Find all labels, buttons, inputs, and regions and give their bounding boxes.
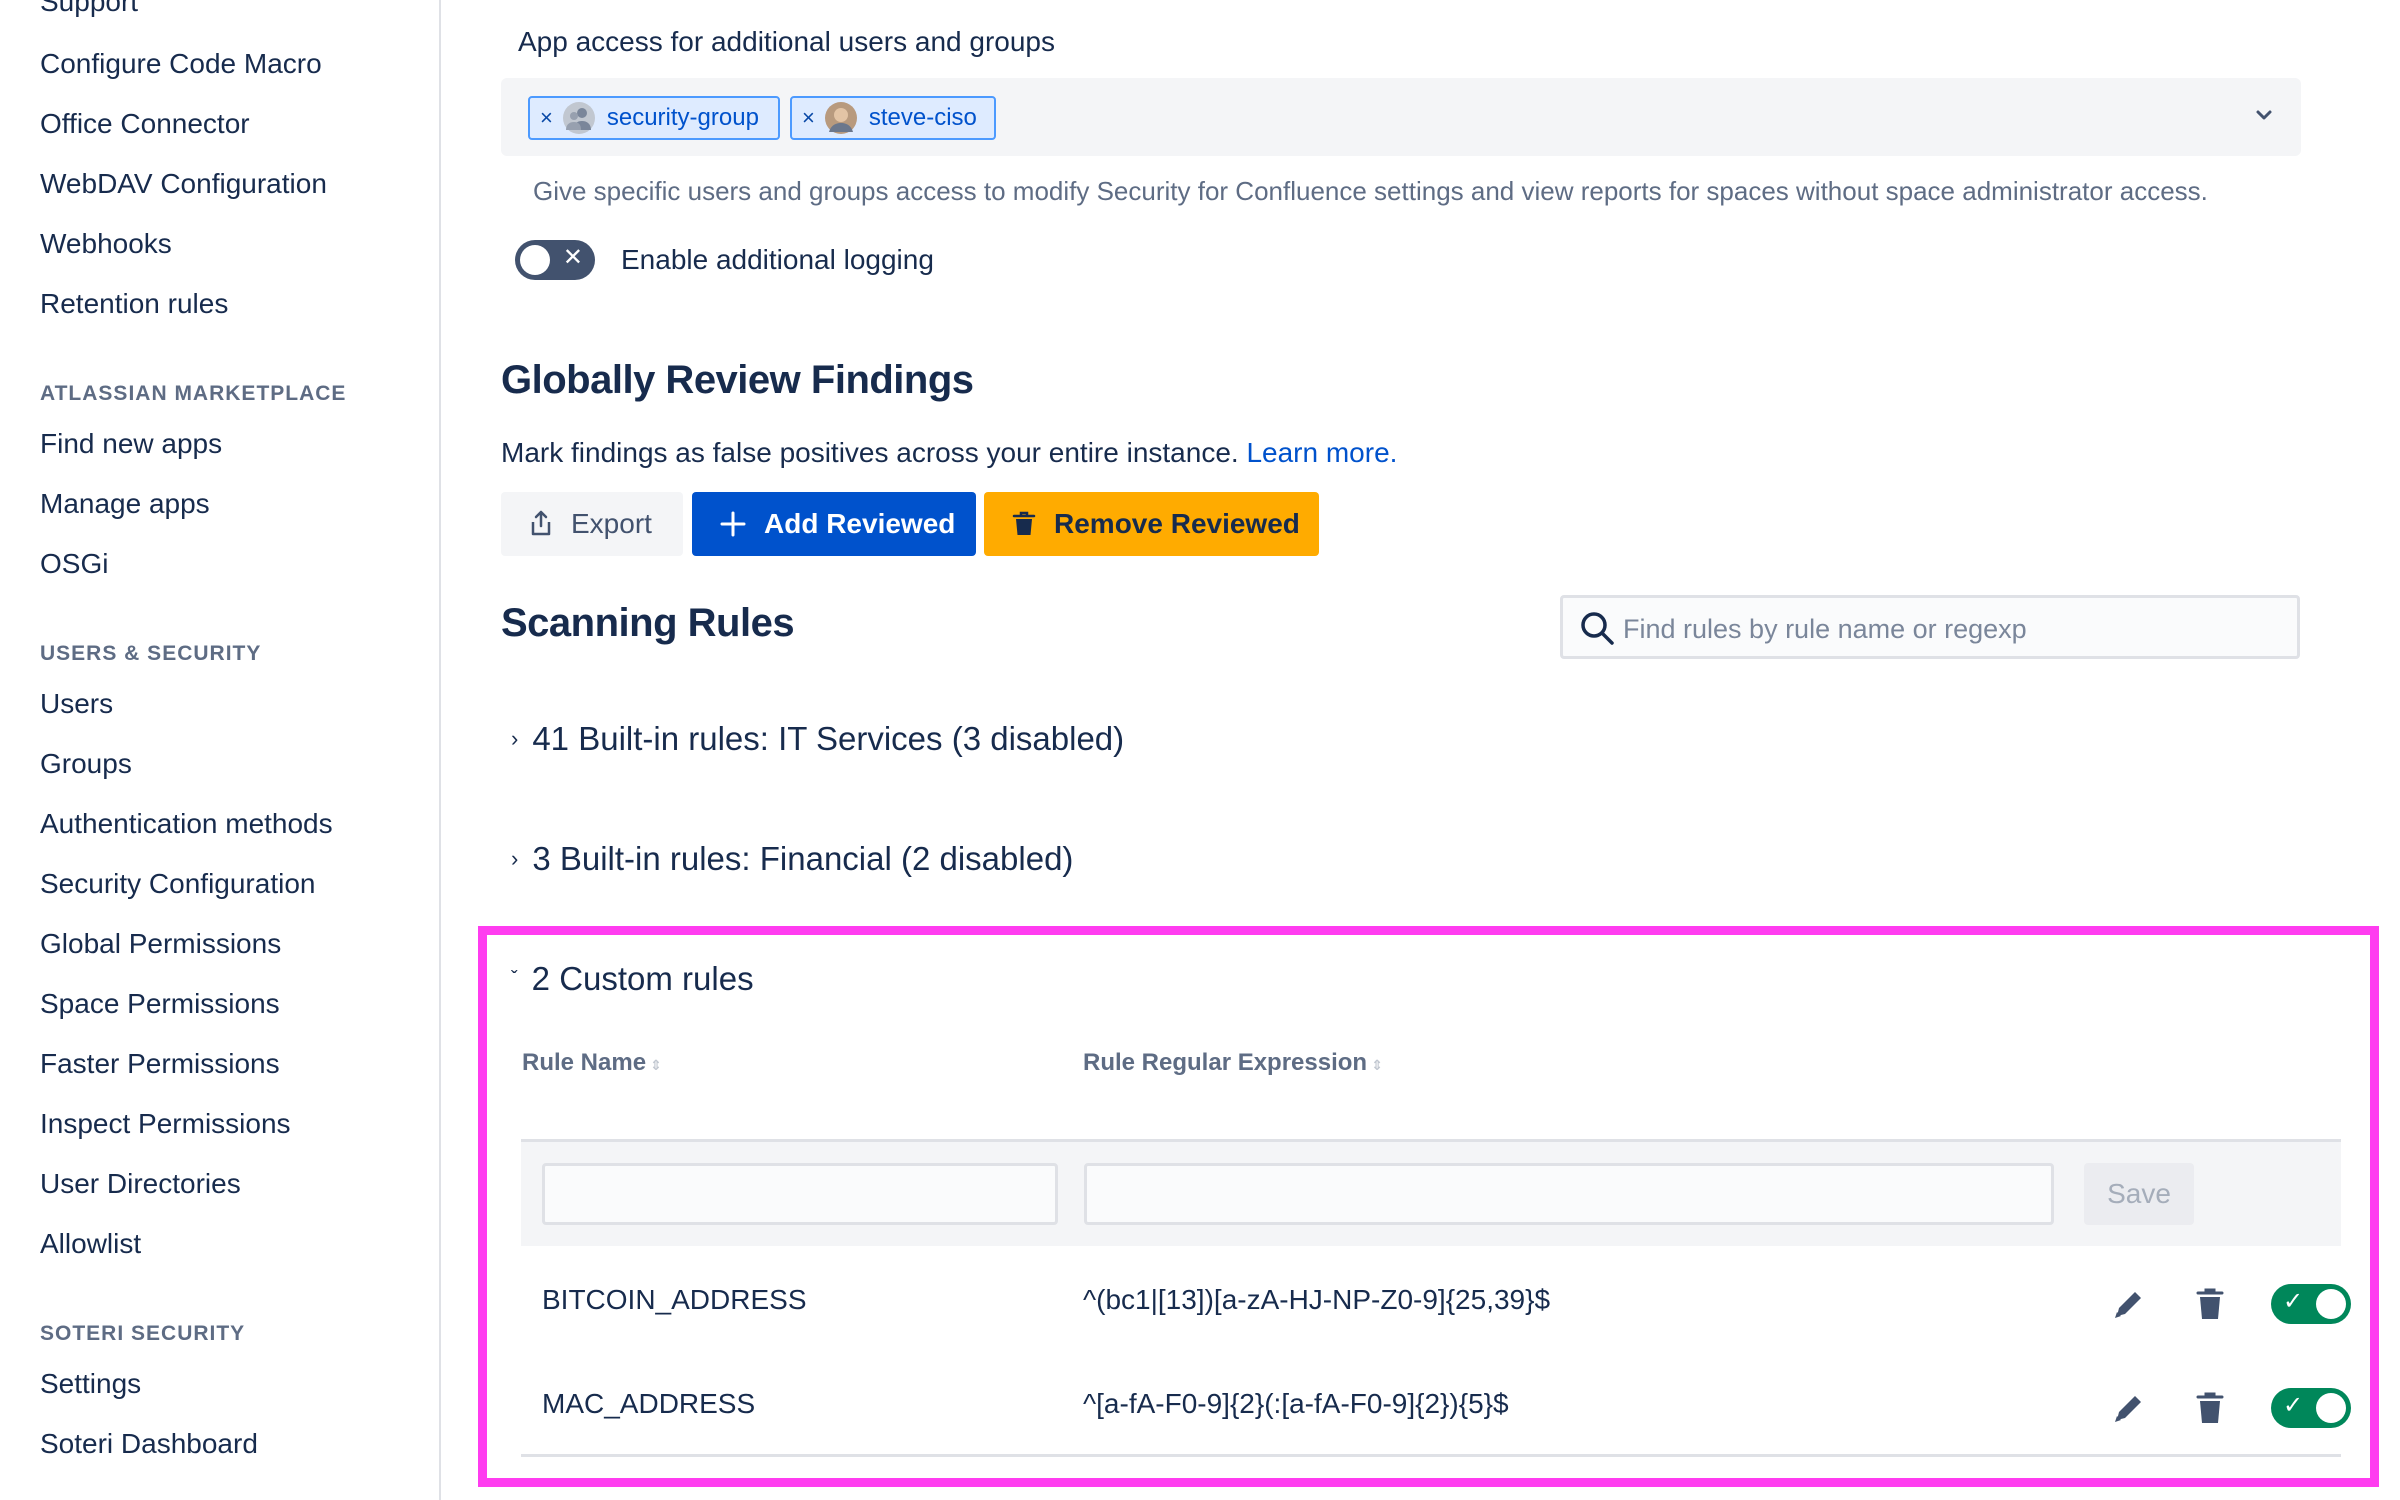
chip-label: security-group — [606, 104, 759, 131]
export-button[interactable]: Export — [501, 492, 683, 556]
check-icon: ✓ — [2283, 1392, 2304, 1419]
sort-icon: ⇕ — [650, 1057, 662, 1073]
sidebar-item-security-configuration[interactable]: Security Configuration — [40, 868, 315, 900]
toggle-knob — [520, 245, 550, 275]
table-divider — [521, 1454, 2341, 1457]
sidebar-item-allowlist[interactable]: Allowlist — [40, 1228, 141, 1260]
sidebar-item-settings[interactable]: Settings — [40, 1368, 141, 1400]
rule-group-it-services[interactable]: › 41 Built-in rules: IT Services (3 disa… — [511, 720, 1124, 758]
column-header-label: Rule Name — [522, 1049, 647, 1076]
remove-reviewed-button[interactable]: Remove Reviewed — [984, 492, 1319, 556]
chip-label: steve-ciso — [868, 104, 977, 131]
column-header-rule-regex[interactable]: Rule Regular Expression ⇕ — [1083, 1049, 1383, 1077]
rule-name-cell: MAC_ADDRESS — [542, 1388, 756, 1419]
review-heading: Globally Review Findings — [501, 358, 974, 402]
save-button[interactable]: Save — [2084, 1163, 2194, 1225]
chevron-right-icon: › — [511, 846, 519, 871]
sidebar-item-space-permissions[interactable]: Space Permissions — [40, 988, 280, 1020]
main-content: App access for additional users and grou… — [441, 0, 2400, 1500]
access-multiselect[interactable]: × security-group × steve-ciso — [501, 78, 2301, 156]
toggle-knob — [2316, 1393, 2346, 1423]
sort-icon: ⇕ — [1371, 1057, 1383, 1073]
sidebar-item-office-connector[interactable]: Office Connector — [40, 108, 250, 140]
sidebar-item-find-new-apps[interactable]: Find new apps — [40, 428, 222, 460]
rule-regex-cell: ^[a-fA-F0-9]{2}(:[a-fA-F0-9]{2}){5}$ — [1083, 1388, 1509, 1419]
review-description: Mark findings as false positives across … — [501, 437, 1397, 469]
sidebar-item-global-permissions[interactable]: Global Permissions — [40, 928, 281, 960]
close-icon: ✕ — [562, 244, 583, 271]
plus-icon — [720, 511, 746, 537]
access-helper-text: Give specific users and groups access to… — [533, 176, 2208, 206]
sidebar-item-users[interactable]: Users — [40, 688, 113, 720]
sidebar-item-retention-rules[interactable]: Retention rules — [40, 288, 228, 320]
logging-label: Enable additional logging — [621, 244, 934, 275]
search-icon — [1581, 612, 1614, 645]
trash-icon — [1012, 511, 1036, 535]
remove-chip-button[interactable]: × — [802, 105, 815, 131]
delete-icon[interactable] — [2190, 1388, 2230, 1428]
edit-icon[interactable] — [2109, 1284, 2149, 1324]
new-rule-name-input[interactable] — [542, 1163, 1058, 1225]
rule-regex-cell: ^(bc1|[13])[a-zA-HJ-NP-Z0-9]{25,39}$ — [1083, 1284, 1551, 1315]
admin-sidebar: Support Configure Code Macro Office Conn… — [0, 0, 441, 1500]
group-avatar-icon — [562, 102, 595, 134]
access-label: App access for additional users and grou… — [518, 26, 1055, 57]
chevron-down-icon[interactable] — [2255, 106, 2273, 124]
sidebar-item-configure-code-macro[interactable]: Configure Code Macro — [40, 48, 322, 80]
edit-icon[interactable] — [2109, 1388, 2149, 1428]
search-placeholder: Find rules by rule name or regexp — [1623, 614, 2027, 644]
rules-search-input[interactable]: Find rules by rule name or regexp — [1560, 595, 2300, 659]
chevron-down-icon: ˇ — [511, 967, 518, 990]
rule-enabled-toggle[interactable]: ✓ — [2271, 1284, 2351, 1324]
rule-enabled-toggle[interactable]: ✓ — [2271, 1388, 2351, 1428]
chip-steve-ciso: × steve-ciso — [790, 96, 996, 140]
sidebar-item-soteri-dashboard[interactable]: Soteri Dashboard — [40, 1428, 258, 1460]
sidebar-item-osgi[interactable]: OSGi — [40, 548, 108, 580]
rule-group-financial[interactable]: › 3 Built-in rules: Financial (2 disable… — [511, 840, 1073, 878]
sidebar-item-authentication-methods[interactable]: Authentication methods — [40, 808, 333, 840]
sidebar-item-webhooks[interactable]: Webhooks — [40, 228, 172, 260]
sidebar-item-groups[interactable]: Groups — [40, 748, 132, 780]
sidebar-item-faster-permissions[interactable]: Faster Permissions — [40, 1048, 280, 1080]
rule-group-custom[interactable]: ˇ 2 Custom rules — [511, 960, 754, 998]
logging-toggle[interactable]: ✕ — [515, 240, 595, 280]
rule-group-label: 3 Built-in rules: Financial (2 disabled) — [532, 840, 1074, 877]
column-header-label: Rule Regular Expression — [1083, 1049, 1368, 1076]
export-icon — [531, 510, 551, 536]
delete-icon[interactable] — [2190, 1284, 2230, 1324]
export-button-label: Export — [571, 508, 652, 539]
rule-group-label: 2 Custom rules — [531, 960, 754, 997]
sidebar-item-support[interactable]: Support — [40, 0, 138, 18]
sidebar-item-manage-apps[interactable]: Manage apps — [40, 488, 210, 520]
rule-group-label: 41 Built-in rules: IT Services (3 disabl… — [532, 720, 1125, 757]
review-description-text: Mark findings as false positives across … — [501, 437, 1239, 468]
rule-name-cell: BITCOIN_ADDRESS — [542, 1284, 807, 1315]
sidebar-item-webdav-configuration[interactable]: WebDAV Configuration — [40, 168, 327, 200]
toggle-knob — [2316, 1289, 2346, 1319]
remove-chip-button[interactable]: × — [540, 105, 553, 131]
column-header-rule-name[interactable]: Rule Name ⇕ — [522, 1049, 662, 1077]
chevron-right-icon: › — [511, 726, 519, 751]
sidebar-heading-atlassian-marketplace: ATLASSIAN MARKETPLACE — [40, 382, 347, 405]
scanning-rules-heading: Scanning Rules — [501, 601, 795, 645]
sidebar-item-user-directories[interactable]: User Directories — [40, 1168, 241, 1200]
learn-more-link[interactable]: Learn more. — [1246, 437, 1397, 468]
sidebar-heading-soteri-security: SOTERI SECURITY — [40, 1322, 246, 1345]
add-reviewed-label: Add Reviewed — [764, 508, 956, 539]
new-rule-regex-input[interactable] — [1084, 1163, 2054, 1225]
remove-reviewed-label: Remove Reviewed — [1054, 508, 1300, 539]
user-avatar-icon — [824, 102, 857, 134]
sidebar-item-inspect-permissions[interactable]: Inspect Permissions — [40, 1108, 291, 1140]
check-icon: ✓ — [2283, 1288, 2304, 1315]
chip-security-group: × security-group — [528, 96, 780, 140]
sidebar-heading-users-security: USERS & SECURITY — [40, 642, 262, 665]
add-reviewed-button[interactable]: Add Reviewed — [692, 492, 976, 556]
